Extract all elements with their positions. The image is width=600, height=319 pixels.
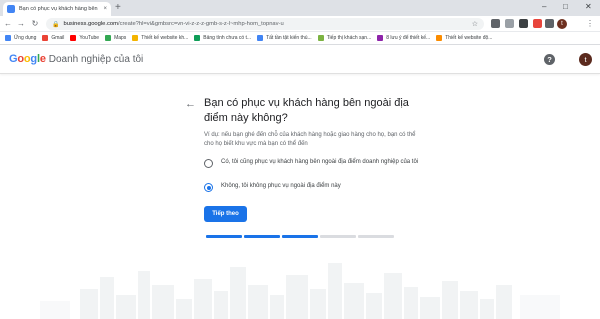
bookmark-icon [377,35,384,41]
city-skyline-illustration [40,263,560,319]
app-header: Google Doanh nghiệp của tôi ? t [0,45,600,74]
page-title: Bạn có phục vụ khách hàng bên ngoài địa … [204,97,409,124]
apps-icon [5,35,11,41]
progress-segment [282,235,318,238]
progress-segment [358,235,394,238]
bookmark-label: YouTube [79,35,100,41]
bookmark-icon [132,35,139,41]
brand-logo[interactable]: Google Doanh nghiệp của tôi [9,53,143,65]
radio-checked-icon[interactable] [204,183,213,192]
logo-letter: e [39,53,46,65]
radio-unchecked-icon[interactable] [204,159,213,168]
gmail-icon [42,35,49,41]
reload-icon[interactable]: ↻ [30,18,40,30]
option-no-radio[interactable]: Không, tôi không phục vụ ngoài địa điểm … [204,182,421,192]
puzzle-extensions-icon[interactable] [545,19,554,28]
url-host: business.google.com [63,21,118,27]
back-arrow-icon[interactable]: ← [185,98,196,110]
bookmark-star-icon[interactable]: ☆ [472,20,478,28]
bookmark-item[interactable]: Bảng tính chưa có t... [194,35,251,41]
bookmarks-bar: Ứng dụng Gmail YouTube Maps Thiết kế web… [0,32,600,45]
address-bar[interactable]: 🔒 business.google.com /create?hl=vi&gmbs… [46,18,484,30]
option-yes-radio[interactable]: Có, tôi cũng phục vụ khách hàng bên ngoà… [204,158,421,168]
bookmark-label: Tất tần tật kiến thú... [266,35,312,41]
progress-segment [244,235,280,238]
forward-nav-icon[interactable]: → [16,18,26,30]
product-name: Doanh nghiệp của tôi [48,54,144,65]
close-window-icon[interactable]: ✕ [585,2,592,12]
maximize-icon[interactable]: □ [563,2,568,12]
bookmark-label: Ứng dụng [14,35,37,41]
helper-text: Ví dụ: nếu bạn ghé đến chỗ của khách hàn… [204,132,416,147]
bookmark-label: Bảng tính chưa có t... [203,35,252,41]
help-icon[interactable]: ? [544,54,555,65]
google-business-favicon-icon [7,5,15,13]
extension-icon[interactable] [491,19,500,28]
bookmark-item[interactable]: Thiết kế website kh... [132,35,188,41]
account-avatar[interactable]: t [579,53,592,66]
option-label: Không, tôi không phục vụ ngoài địa điểm … [221,183,341,189]
new-tab-button[interactable]: + [115,2,121,14]
bookmark-label: Gmail [51,35,65,41]
bookmark-item[interactable]: 8 lưu ý để thiết kế... [377,35,430,41]
maps-icon [105,35,112,41]
progress-segment [206,235,242,238]
url-path: /create?hl=vi&gmbsrc=vn-vi-z-z-z-gmb-s-z… [117,21,284,27]
option-label: Có, tôi cũng phục vụ khách hàng bên ngoà… [221,159,419,165]
bookmark-item[interactable]: YouTube [70,35,99,41]
profile-avatar[interactable]: t [557,19,567,29]
google-logo: Google [9,53,46,65]
extension-icon[interactable] [519,19,528,28]
progress-segment [320,235,356,238]
bookmark-item[interactable]: Maps [105,35,126,41]
bookmark-icon [257,35,264,41]
tab-title: Bạn có phục vụ khách hàng bên [19,6,98,12]
bookmark-item[interactable]: Tất tần tật kiến thú... [257,35,312,41]
youtube-icon [70,35,77,41]
bookmark-icon [436,35,443,41]
bookmark-item[interactable]: Ứng dụng [5,35,36,41]
bookmark-item[interactable]: Tiếp thị khách sạn... [317,35,372,41]
next-button[interactable]: Tiếp theo [204,206,247,222]
bookmark-label: Maps [114,35,127,41]
bookmark-label: Tiếp thị khách sạn... [326,35,372,41]
bookmark-label: Thiết kế website độ... [445,35,493,41]
step-progress [206,235,394,238]
minimize-icon[interactable]: – [542,2,546,12]
bookmark-item[interactable]: Thiết kế website độ... [436,35,492,41]
close-tab-icon[interactable]: × [103,6,107,12]
browser-tab[interactable]: Bạn có phục vụ khách hàng bên × [3,2,111,16]
browser-menu-icon[interactable]: ⋮ [586,18,594,30]
tab-strip: Bạn có phục vụ khách hàng bên × + – □ ✕ [0,0,600,16]
browser-toolbar: ← → ↻ 🔒 business.google.com /create?hl=v… [0,16,600,32]
extension-icon[interactable] [533,19,542,28]
bookmark-label: 8 lưu ý để thiết kế... [386,35,431,41]
bookmark-item[interactable]: Gmail [42,35,64,41]
extension-icon[interactable] [505,19,514,28]
bookmark-icon [317,35,324,41]
bookmark-label: Thiết kế website kh... [141,35,189,41]
back-nav-icon[interactable]: ← [3,18,13,30]
sheets-icon [194,35,201,41]
lock-icon: 🔒 [52,21,60,28]
